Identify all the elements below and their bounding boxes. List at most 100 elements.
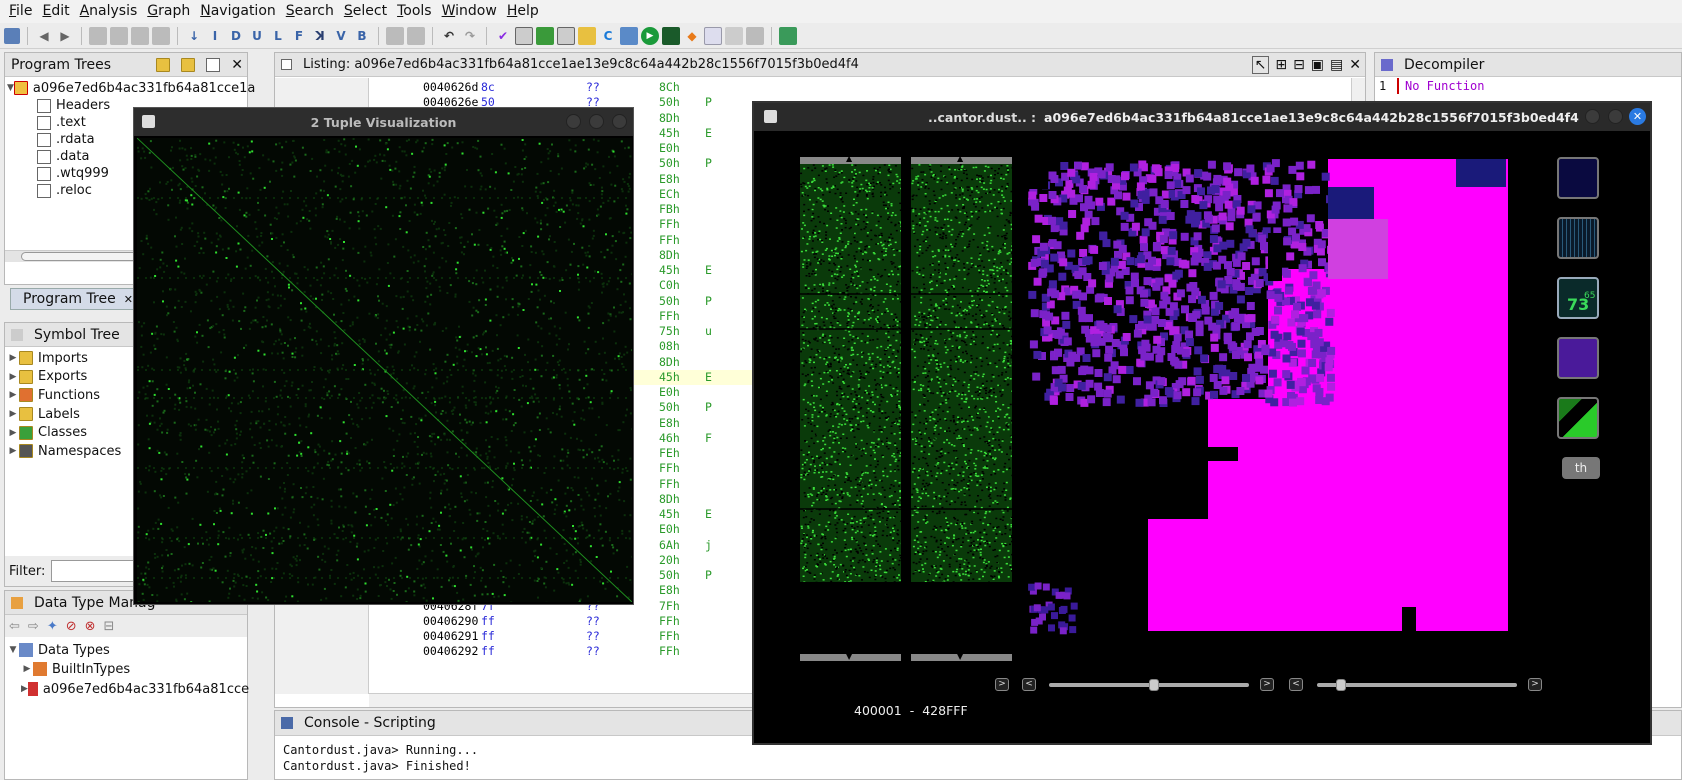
nav-icon[interactable] [131, 26, 149, 45]
tool-icon[interactable]: ◆ [683, 27, 701, 45]
jump-start-button[interactable]: > [995, 678, 1009, 691]
offset-slider-knob[interactable] [1149, 679, 1159, 691]
menu-item[interactable]: Help [502, 0, 544, 23]
open-tree-icon[interactable] [156, 57, 171, 72]
expand-icon[interactable]: ▶ [7, 446, 19, 456]
expand-icon[interactable]: ▼ [7, 645, 19, 655]
menu-item[interactable]: Analysis [75, 0, 143, 23]
run-icon[interactable]: ▶ [641, 26, 659, 45]
function-icon[interactable]: F [290, 27, 308, 45]
tab-program-tree[interactable]: Program Tree ✕ [10, 288, 136, 310]
strip-top-handle[interactable]: ▲ [800, 154, 901, 164]
expand-icon[interactable]: ▶ [21, 684, 28, 694]
menu-item[interactable]: Navigation [195, 0, 281, 23]
tool-icon[interactable] [725, 26, 743, 45]
expand-icon[interactable]: ▶ [7, 409, 19, 419]
folder-icon[interactable] [181, 57, 196, 72]
copy-icon[interactable] [386, 26, 404, 45]
maximize-button[interactable] [589, 114, 604, 129]
listing-row[interactable]: 0040626d 8c?? 8Ch [371, 80, 1361, 95]
expand-icon[interactable]: ▶ [7, 428, 19, 438]
close-button[interactable]: ✕ [1629, 108, 1646, 125]
menu-item[interactable]: Graph [142, 0, 195, 23]
window-titlebar[interactable]: ..cantor.dust.. : a096e7ed6b4ac331fb64a8… [754, 103, 1650, 131]
tool-icon[interactable] [662, 26, 680, 45]
back-icon[interactable]: ◀ [35, 27, 53, 45]
thumbnail-2tuple[interactable] [1557, 397, 1599, 439]
width-slider[interactable] [1317, 683, 1517, 687]
expand-icon[interactable]: ▶ [7, 390, 19, 400]
value-icon[interactable]: V [332, 27, 350, 45]
instruction-icon[interactable]: I [206, 27, 224, 45]
non-function-icon[interactable]: ꓘ [311, 27, 329, 45]
tool-icon[interactable] [557, 26, 575, 45]
strip-top-handle[interactable]: ▲ [911, 154, 1012, 164]
slider-left-button[interactable]: < [1022, 678, 1036, 691]
collapse-icon[interactable]: ⊟ [104, 619, 115, 634]
nav-icon[interactable] [152, 26, 170, 45]
minimize-button[interactable] [566, 114, 581, 129]
diff-icon[interactable]: ⊟ [1293, 57, 1305, 73]
thumbnail-tuple[interactable]: 73 65 [1557, 277, 1599, 319]
nav-icon[interactable] [89, 26, 107, 45]
slider-right-button[interactable]: > [1260, 678, 1274, 691]
window-titlebar[interactable]: 2 Tuple Visualization [134, 108, 633, 136]
forward-icon[interactable]: ⇨ [28, 619, 39, 634]
undo-icon[interactable]: ↶ [440, 27, 458, 45]
menu-item[interactable]: File [4, 0, 37, 23]
menu-item[interactable]: Window [437, 0, 502, 23]
expand-icon[interactable]: ▶ [7, 372, 19, 382]
thumbnail-metric[interactable] [1557, 217, 1599, 259]
expand-icon[interactable]: ▶ [21, 664, 33, 674]
redo-icon[interactable]: ↷ [461, 27, 479, 45]
menu-item[interactable]: Select [339, 0, 392, 23]
tool-icon[interactable] [536, 26, 554, 45]
nav-icon[interactable] [110, 26, 128, 45]
down-arrow-icon[interactable]: ↓ [185, 27, 203, 45]
paste-icon[interactable] [407, 26, 425, 45]
edit-icon[interactable]: ⊞ [1275, 57, 1287, 73]
width-slider-knob[interactable] [1336, 679, 1346, 691]
th-button[interactable]: th [1562, 457, 1600, 479]
tool-icon[interactable] [746, 26, 764, 45]
strip-bottom-handle[interactable]: ▼ [800, 652, 901, 661]
tool-icon[interactable] [779, 26, 797, 45]
back-icon[interactable]: ⇦ [9, 619, 20, 634]
tool-icon[interactable] [578, 26, 596, 45]
selection-icon[interactable]: ↖ [1251, 55, 1270, 74]
thumbnail-byteclass[interactable] [1557, 157, 1599, 199]
menu-item[interactable]: Tools [392, 0, 437, 23]
snapshot-icon[interactable]: ▣ [1311, 57, 1324, 73]
expand-icon[interactable]: ▶ [7, 353, 19, 363]
hilbert-curve-map[interactable] [1028, 159, 1540, 669]
expand-icon[interactable]: ▼ [7, 83, 14, 93]
tree-item[interactable]: ▶ BuiltInTypes [7, 659, 247, 679]
close-button[interactable] [612, 114, 627, 129]
tree-item[interactable]: ▶ a096e7ed6b4ac331fb64a81cce [7, 679, 249, 699]
tree-root[interactable]: ▼ a096e7ed6b4ac331fb64a81cce1a [7, 79, 255, 97]
slider2-right-button[interactable]: > [1528, 678, 1542, 691]
dtm-action-icon[interactable]: ✦ [47, 619, 58, 634]
filter-icon[interactable]: ⊗ [85, 619, 96, 634]
tree-root[interactable]: ▼ Data Types [7, 641, 247, 659]
tool-icon[interactable] [515, 26, 533, 45]
data-icon[interactable]: D [227, 27, 245, 45]
check-icon[interactable]: ✔ [494, 27, 512, 45]
thumbnail-entropy[interactable] [1557, 337, 1599, 379]
close-icon[interactable]: ✕ [124, 293, 133, 306]
bookmark-icon[interactable]: B [353, 27, 371, 45]
forward-icon[interactable]: ▶ [56, 27, 74, 45]
tool-icon[interactable] [704, 26, 722, 45]
tree-icon[interactable] [206, 57, 221, 72]
undefined-icon[interactable]: U [248, 27, 266, 45]
filter-icon[interactable]: ⊘ [66, 619, 77, 634]
label-icon[interactable]: L [269, 27, 287, 45]
strip-bottom-handle[interactable]: ▼ [911, 652, 1012, 661]
minimize-button[interactable] [1585, 109, 1600, 124]
tool-icon[interactable]: C [599, 27, 617, 45]
save-icon[interactable] [4, 27, 20, 44]
slider2-left-button[interactable]: < [1289, 678, 1303, 691]
close-icon[interactable]: ✕ [1349, 57, 1361, 73]
maximize-button[interactable] [1608, 109, 1623, 124]
menu-item[interactable]: Edit [37, 0, 74, 23]
